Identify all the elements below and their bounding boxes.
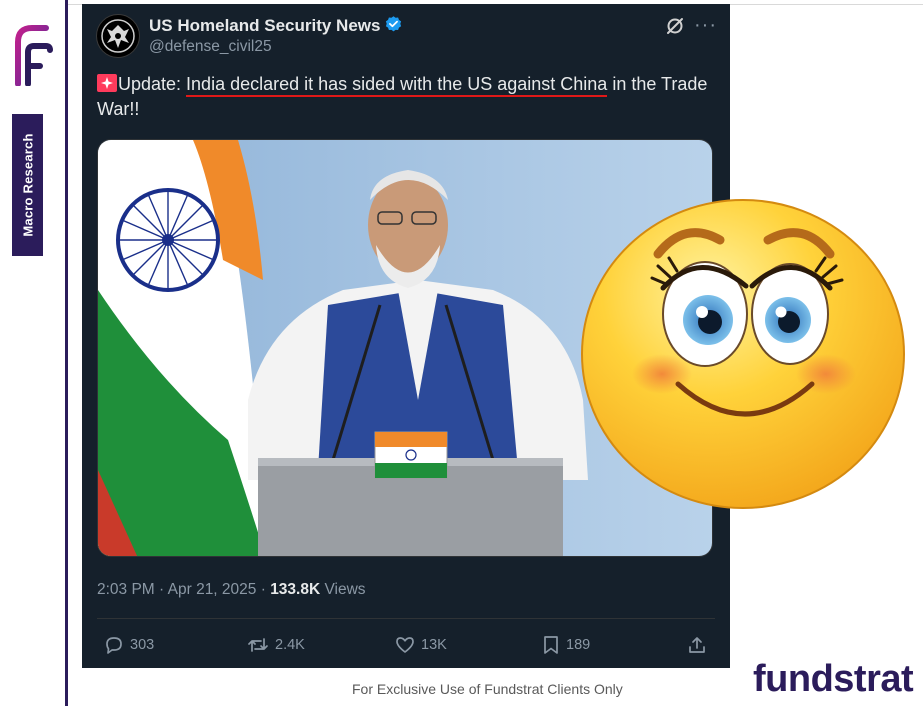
tweet-text: Update: India declared it has sided with… [97,72,717,122]
reply-button[interactable]: 303 [104,635,154,655]
smiling-emoji-icon [581,199,905,509]
like-icon [396,637,414,653]
views-label: Views [320,581,366,598]
author-name[interactable]: US Homeland Security News [149,16,380,35]
tweet-timestamp[interactable]: 2:03 PM · Apr 21, 2025 · [97,581,270,598]
like-count: 13K [421,637,447,653]
tweet-text-prefix: Update: [118,74,187,94]
siren-emoji-icon [97,74,117,92]
bookmark-button[interactable]: 189 [542,635,590,655]
page: Macro Research US Homeland Security News… [0,0,923,706]
side-divider [65,0,68,706]
footer-disclaimer: For Exclusive Use of Fundstrat Clients O… [352,681,623,697]
repost-button[interactable]: 2.4K [247,635,305,655]
tweet-meta: 2:03 PM · Apr 21, 2025 · 133.8K Views [97,581,366,599]
bookmark-icon [544,636,558,654]
actions-divider [97,618,715,619]
author-handle[interactable]: @defense_civil25 [149,38,272,56]
like-button[interactable]: 13K [395,635,447,655]
bookmark-count: 189 [566,637,591,653]
tweet-text-highlight: India declared it has sided with the US … [186,74,608,97]
grok-icon[interactable] [665,16,685,36]
shield-logo-icon [101,19,135,53]
author-name-row[interactable]: US Homeland Security News [149,15,403,36]
repost-count: 2.4K [275,637,305,653]
fundstrat-logo-icon [15,25,53,86]
reply-count: 303 [130,637,155,653]
share-icon [689,637,705,653]
verified-badge-icon [386,16,402,32]
reply-icon [106,637,122,654]
fundstrat-wordmark: fundstrat [753,658,914,700]
macro-research-tag: Macro Research [12,114,43,256]
macro-research-label: Macro Research [20,133,35,237]
repost-icon [248,638,268,652]
more-icon[interactable]: ··· [694,14,717,37]
avatar[interactable] [96,14,140,58]
share-button[interactable] [687,635,707,655]
views-count: 133.8K [270,581,321,598]
